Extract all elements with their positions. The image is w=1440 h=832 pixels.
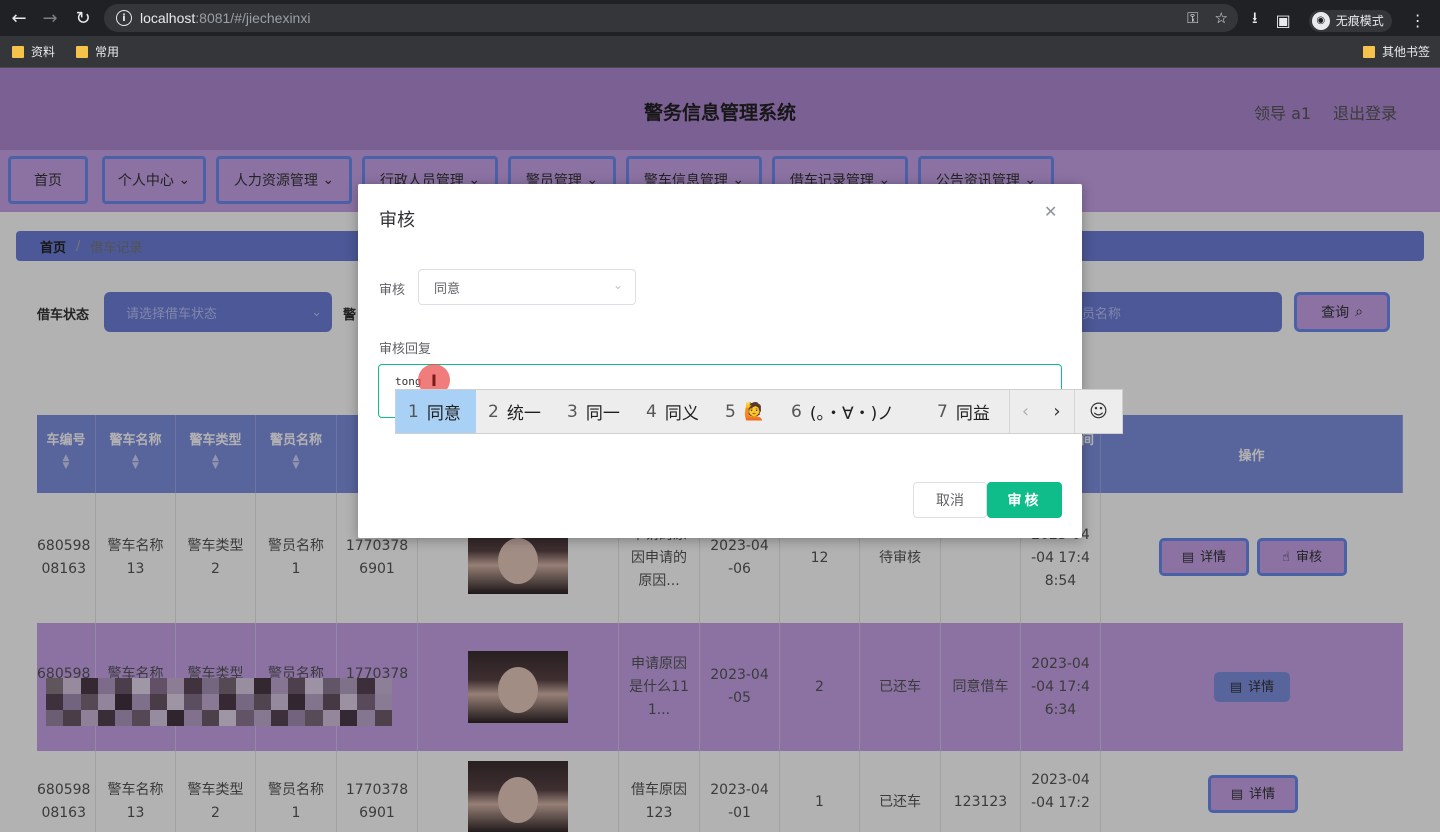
ime-candidate-2[interactable]: 2 统一	[476, 390, 555, 433]
bookmark-folder-ziliao[interactable]: 资料	[12, 43, 55, 60]
download-icon[interactable]: ⭳	[1252, 7, 1258, 34]
ime-prev-icon[interactable]: ‹	[1009, 390, 1041, 433]
forward-arrow-icon[interactable]: →	[39, 7, 61, 29]
star-icon[interactable]: ☆	[1215, 9, 1228, 27]
audit-select[interactable]: 同意 ⌄	[418, 269, 636, 305]
bookmark-folder-changyong[interactable]: 常用	[76, 43, 119, 60]
browser-toolbar: ← → ↻ i localhost:8081/#/jiechexinxi ⚿ ☆…	[0, 0, 1440, 36]
chevron-down-icon: ⌄	[612, 278, 623, 292]
ime-candidate-3[interactable]: 3 同一	[555, 390, 634, 433]
confirm-audit-button[interactable]: 审核	[987, 482, 1062, 518]
ime-candidate-1[interactable]: 1 同意	[396, 390, 476, 433]
dialog-title: 审核	[379, 210, 415, 231]
reply-label: 审核回复	[379, 342, 432, 357]
ime-candidate-7[interactable]: 7 同益	[925, 390, 1008, 433]
sidepanel-icon[interactable]: ▣	[1276, 11, 1291, 30]
incognito-icon: ◉	[1311, 11, 1330, 30]
close-icon[interactable]: ✕	[1044, 202, 1057, 221]
key-icon[interactable]: ⚿	[1187, 9, 1198, 27]
audit-label: 审核	[379, 283, 406, 298]
ime-candidate-bar: 1 同意 2 统一 3 同一 4 同义 5 🙋 6 (。・∀・)ノ 7 同益 ‹ › ☺	[395, 389, 1123, 434]
reload-icon[interactable]: ↻	[72, 7, 94, 29]
ime-candidate-6[interactable]: 6 (。・∀・)ノ	[779, 390, 925, 433]
ime-emoji-icon[interactable]: ☺	[1074, 390, 1122, 433]
folder-icon	[1363, 45, 1375, 58]
cancel-button[interactable]: 取消	[913, 482, 987, 518]
folder-icon	[12, 45, 24, 58]
ime-candidate-5[interactable]: 5 🙋	[713, 390, 779, 433]
url-text: localhost:8081/#/jiechexinxi	[140, 10, 311, 26]
incognito-badge[interactable]: ◉ 无痕模式	[1308, 9, 1392, 32]
menu-dots-icon[interactable]: ⋮	[1410, 11, 1426, 30]
info-icon[interactable]: i	[116, 10, 132, 26]
ime-candidate-4[interactable]: 4 同义	[634, 390, 713, 433]
bookmarks-bar: 资料 常用 其他书签	[0, 36, 1440, 68]
audit-dialog: 审核 ✕ 审核 同意 ⌄ 审核回复 tong I 取消 审核	[358, 184, 1082, 538]
bookmark-folder-other[interactable]: 其他书签	[1363, 43, 1430, 60]
ime-next-icon[interactable]: ›	[1041, 390, 1073, 433]
address-bar[interactable]: i localhost:8081/#/jiechexinxi ⚿ ☆	[104, 4, 1238, 32]
back-arrow-icon[interactable]: ←	[8, 7, 30, 29]
folder-icon	[76, 45, 88, 58]
